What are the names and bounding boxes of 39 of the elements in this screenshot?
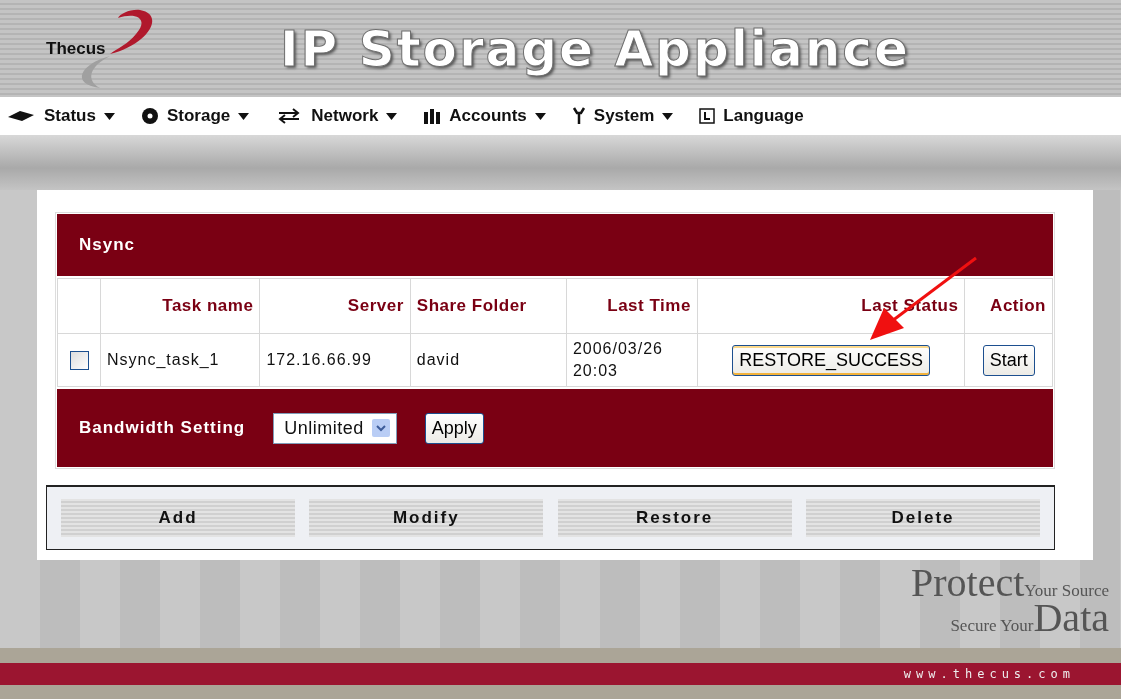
drive-icon	[6, 109, 36, 123]
menu-item[interactable]: Language	[699, 106, 804, 126]
wrench-icon	[571, 107, 586, 125]
slogan-text: Your Source	[1024, 581, 1109, 601]
action-button[interactable]: Modify	[309, 499, 544, 537]
dropdown-icon	[371, 419, 390, 437]
table-cell: 2006/03/26 20:03	[566, 333, 698, 387]
column-header: Task name	[100, 278, 260, 334]
logo-text: Thecus	[46, 38, 106, 59]
table-cell: 172.16.66.99	[259, 333, 411, 387]
start-button[interactable]: Start	[982, 344, 1035, 376]
menu-item[interactable]: Status	[6, 106, 115, 126]
menu-item[interactable]: System	[571, 106, 674, 126]
action-button[interactable]: Delete	[806, 499, 1040, 537]
action-button[interactable]: Add	[61, 499, 295, 537]
status-button[interactable]: RESTORE_SUCCESS	[732, 344, 930, 376]
website-url: www.thecus.com	[903, 666, 1075, 681]
apply-button[interactable]: Apply	[424, 412, 484, 444]
column-header: Share Folder	[410, 278, 567, 334]
column-header: Last Time	[566, 278, 698, 334]
table-cell: david	[410, 333, 567, 387]
menu-item[interactable]: Storage	[140, 106, 250, 126]
bandwidth-label: Bandwidth Setting	[79, 418, 246, 438]
slogan-text: Secure Your	[950, 616, 1034, 636]
menu-item[interactable]: Network	[275, 106, 398, 126]
language-icon	[699, 108, 716, 124]
slogan-text: Protect	[911, 566, 1025, 600]
action-button[interactable]: Restore	[557, 499, 792, 537]
panel-title: Nsync	[79, 235, 136, 255]
slogan-text: Data	[1033, 601, 1109, 635]
users-icon	[423, 108, 442, 124]
column-header: Server	[259, 278, 411, 334]
row-checkbox[interactable]	[69, 350, 89, 370]
menu-item[interactable]: Accounts	[423, 106, 546, 126]
app-title: IP Storage Appliance	[280, 19, 910, 78]
disc-icon	[140, 107, 159, 125]
table-cell: Nsync_task_1	[100, 333, 260, 387]
bandwidth-select[interactable]: Unlimited	[273, 412, 397, 444]
column-header: Action	[964, 278, 1053, 334]
